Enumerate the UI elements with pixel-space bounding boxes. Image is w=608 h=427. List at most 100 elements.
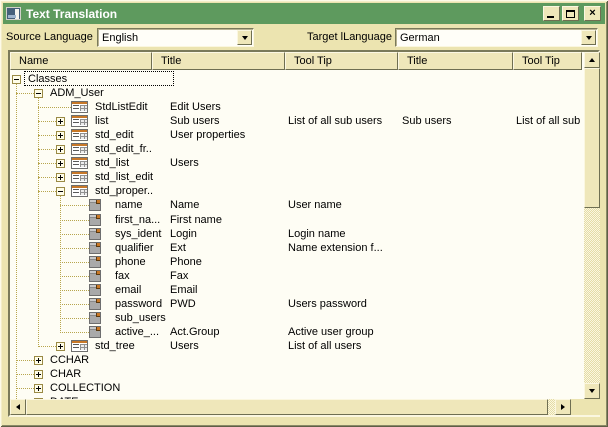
tree-item-label[interactable]: std_list_edit xyxy=(95,171,153,183)
tree-row-CHAR[interactable]: CHAR xyxy=(10,367,582,381)
tree-item-label[interactable]: qualifier xyxy=(115,242,154,254)
tree-item-label[interactable]: StdListEdit xyxy=(95,101,148,113)
tree-item-label[interactable]: sys_ident xyxy=(115,228,161,240)
collapse-minus-icon[interactable] xyxy=(56,187,65,196)
collapse-minus-icon[interactable] xyxy=(34,89,43,98)
tree-item-label[interactable]: std_list xyxy=(95,157,129,169)
tree-row-active_...[interactable]: active_...Act.GroupActive user group xyxy=(10,325,582,339)
form-icon xyxy=(71,115,88,127)
tree-row-password[interactable]: passwordPWDUsers password xyxy=(10,297,582,311)
expand-plus-icon[interactable] xyxy=(56,173,65,182)
scroll-down-button[interactable] xyxy=(584,383,600,399)
tree-row-std_edit_fr..[interactable]: std_edit_fr.. xyxy=(10,142,582,156)
app-icon[interactable] xyxy=(6,7,21,20)
tree-item-label[interactable]: sub_users xyxy=(115,312,166,324)
tree-connector-line xyxy=(16,360,34,361)
tree-connector-line xyxy=(16,84,17,399)
collapse-minus-icon[interactable] xyxy=(12,75,21,84)
tree-connector-line xyxy=(60,220,89,221)
tree-connector-line xyxy=(60,234,89,235)
tree-row-std_edit[interactable]: std_editUser properties xyxy=(10,128,582,142)
expand-plus-icon[interactable] xyxy=(56,145,65,154)
maximize-button[interactable] xyxy=(562,6,579,21)
cell-tooltip2: List of all sub xyxy=(516,115,582,127)
tree-connector-line xyxy=(60,318,89,319)
tree-item-label[interactable]: std_edit xyxy=(95,129,134,141)
tree-item-label[interactable]: ADM_User xyxy=(50,87,104,99)
vertical-scroll-thumb[interactable] xyxy=(584,68,600,208)
tree-row-sys_ident[interactable]: sys_identLoginLogin name xyxy=(10,227,582,241)
cell-title: First name xyxy=(170,214,283,226)
source-language-combo[interactable]: English xyxy=(97,28,254,47)
tree-item-label[interactable]: password xyxy=(115,298,162,310)
horizontal-scrollbar[interactable] xyxy=(10,399,571,415)
arrow-up-icon xyxy=(589,55,595,62)
scroll-up-button[interactable] xyxy=(584,52,600,68)
column-header-tool-tip-2[interactable]: Tool Tip xyxy=(285,52,398,70)
close-button[interactable]: × xyxy=(584,6,601,21)
tree-row-first_na...[interactable]: first_na... First name xyxy=(10,213,582,227)
expand-plus-icon[interactable] xyxy=(34,356,43,365)
tree-item-label[interactable]: COLLECTION xyxy=(50,382,120,394)
tree-row-std_list[interactable]: std_listUsers xyxy=(10,156,582,170)
expand-plus-icon[interactable] xyxy=(56,131,65,140)
tree-row-sub_users[interactable]: sub_users xyxy=(10,311,582,325)
tree-item-label[interactable]: std_tree xyxy=(95,340,135,352)
expand-plus-icon[interactable] xyxy=(56,159,65,168)
toggle-glyph xyxy=(60,133,61,138)
cell-tooltip: List of all sub users xyxy=(288,115,398,127)
tree-row-std_proper..[interactable]: std_proper.. xyxy=(10,184,582,198)
tree-row-CCHAR[interactable]: CCHAR xyxy=(10,353,582,367)
tree-connector-line xyxy=(60,196,61,333)
tree-row-Classes[interactable]: Classes xyxy=(10,72,582,86)
tree-row-std_tree[interactable]: std_treeUsersList of all users xyxy=(10,339,582,353)
horizontal-scroll-thumb[interactable] xyxy=(26,399,548,415)
cell-tooltip: Login name xyxy=(288,228,398,240)
scroll-right-button[interactable] xyxy=(555,399,571,415)
column-header-title-1[interactable]: Title xyxy=(152,52,285,70)
field-icon xyxy=(89,242,101,254)
tree-item-label[interactable]: phone xyxy=(115,256,146,268)
tree-item-label[interactable]: Classes xyxy=(28,73,67,85)
column-header-name-0[interactable]: Name xyxy=(10,52,152,70)
tree-item-label[interactable]: fax xyxy=(115,270,130,282)
minimize-button[interactable] xyxy=(543,6,560,21)
chevron-down-icon xyxy=(586,36,592,43)
tree-item-label[interactable]: std_proper.. xyxy=(95,185,153,197)
tree-row-COLLECTION[interactable]: COLLECTION xyxy=(10,381,582,395)
source-language-dropdown-button[interactable] xyxy=(237,30,252,45)
vertical-scrollbar[interactable] xyxy=(584,52,600,399)
field-icon xyxy=(89,326,101,338)
tree-row-email[interactable]: emailEmail xyxy=(10,283,582,297)
tree-item-label[interactable]: CHAR xyxy=(50,368,81,380)
tree-item-label[interactable]: CCHAR xyxy=(50,354,89,366)
tree-row-qualifier[interactable]: qualifierExtName extension f... xyxy=(10,241,582,255)
tree-item-label[interactable]: email xyxy=(115,284,141,296)
expand-plus-icon[interactable] xyxy=(56,342,65,351)
tree-row-StdListEdit[interactable]: StdListEditEdit Users xyxy=(10,100,582,114)
tree-item-label[interactable]: list xyxy=(95,115,108,127)
titlebar[interactable]: Text Translation × xyxy=(3,3,605,24)
tree-row-name[interactable]: nameNameUser name xyxy=(10,198,582,212)
tree-row-ADM_User[interactable]: ADM_User xyxy=(10,86,582,100)
expand-plus-icon[interactable] xyxy=(34,384,43,393)
tree-item-label[interactable]: first_na... xyxy=(115,214,160,226)
tree-row-std_list_edit[interactable]: std_list_edit xyxy=(10,170,582,184)
expand-plus-icon[interactable] xyxy=(34,370,43,379)
tree-item-label[interactable]: active_... xyxy=(115,326,159,338)
column-header-title-3[interactable]: Title xyxy=(398,52,513,70)
scroll-left-button[interactable] xyxy=(10,399,26,415)
tree-item-label[interactable]: std_edit_fr.. xyxy=(95,143,152,155)
tree-row-fax[interactable]: faxFax xyxy=(10,269,582,283)
target-language-dropdown-button[interactable] xyxy=(581,30,596,45)
target-language-combo[interactable]: German xyxy=(395,28,598,47)
tree-row-phone[interactable]: phonePhone xyxy=(10,255,582,269)
tree-item-label[interactable]: name xyxy=(115,199,143,211)
column-header-tool-tip-4[interactable]: Tool Tip xyxy=(513,52,582,70)
source-language-label: Source Language xyxy=(6,31,93,43)
toggle-glyph xyxy=(38,372,39,377)
expand-plus-icon[interactable] xyxy=(56,117,65,126)
tree-row-list[interactable]: listSub usersList of all sub usersSub us… xyxy=(10,114,582,128)
field-icon xyxy=(89,298,101,310)
field-icon xyxy=(89,312,101,324)
